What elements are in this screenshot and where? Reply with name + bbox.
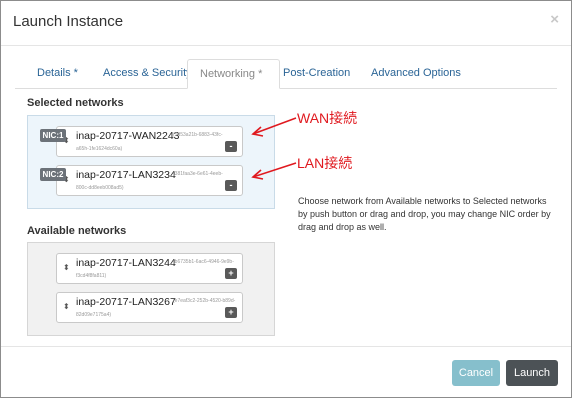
selected-networks-heading: Selected networks (27, 97, 124, 109)
cancel-button[interactable]: Cancel (452, 360, 500, 386)
nic-badge: NIC:1 (40, 129, 66, 142)
network-uuid-cont: 82d09e7175a4) (76, 312, 112, 318)
wan-arrow (252, 117, 297, 135)
tab-networking[interactable]: Networking * (187, 59, 280, 89)
network-name: inap-20717-LAN3244 (76, 257, 176, 269)
networking-help-text: Choose network from Available networks t… (298, 196, 551, 232)
network-uuid: (b6735b1-6ac6-4946-9e9b- (173, 259, 234, 265)
tab-advanced-options[interactable]: Advanced Options (361, 59, 471, 87)
tab-post-creation[interactable]: Post-Creation (273, 59, 360, 87)
remove-network-button[interactable]: - (225, 141, 237, 152)
dialog-footer: Cancel Launch (1, 346, 571, 398)
add-network-button[interactable]: + (225, 307, 237, 318)
available-networks-heading: Available networks (27, 225, 127, 237)
tab-bar: Details * Access & Security Networking *… (15, 59, 557, 89)
network-name: inap-20717-LAN3234 (76, 169, 176, 181)
wan-annotation: WAN接続 (297, 110, 358, 126)
annotation-arrows (251, 117, 297, 180)
network-uuid: (e7eaf3c2-252b-4520-b89d- (173, 298, 236, 304)
add-network-button[interactable]: + (225, 268, 237, 279)
dialog-title: Launch Instance (13, 13, 124, 30)
launch-instance-dialog: Launch Instance × Details * Access & Sec… (0, 0, 572, 398)
remove-network-button[interactable]: - (225, 180, 237, 191)
network-uuid-cont: a65h-1fe1624dc60a) (76, 146, 123, 152)
available-network-item[interactable]: ⬍ inap-20717-LAN3244 (b6735b1-6ac6-4946-… (56, 253, 243, 284)
available-networks-panel: ⬍ inap-20717-LAN3244 (b6735b1-6ac6-4946-… (27, 242, 275, 336)
selected-networks-panel: ⬍ inap-20717-WAN2243 (5d53a21b-6883-43fc… (27, 115, 275, 209)
available-network-item[interactable]: ⬍ inap-20717-LAN3267 (e7eaf3c2-252b-4520… (56, 292, 243, 323)
lan-arrow (252, 162, 297, 178)
selected-network-item[interactable]: ⬍ inap-20717-WAN2243 (5d53a21b-6883-43fc… (56, 126, 243, 157)
tab-details[interactable]: Details * (27, 59, 88, 87)
network-uuid: (5d53a21b-6883-43fc- (173, 132, 223, 138)
selected-network-item[interactable]: ⬍ inap-20717-LAN3234 (381faa3e-6e61-4eeb… (56, 165, 243, 196)
nic-badge: NIC:2 (40, 168, 66, 181)
lan-annotation: LAN接続 (297, 155, 353, 171)
network-name: inap-20717-WAN2243 (76, 130, 180, 142)
network-uuid: (381faa3e-6e61-4eeb- (173, 171, 223, 177)
network-uuid-cont: f3cd4f8fa811) (76, 273, 107, 279)
sort-arrows-icon[interactable]: ⬍ (63, 263, 70, 272)
dialog-header: Launch Instance × (1, 1, 571, 46)
sort-arrows-icon[interactable]: ⬍ (63, 302, 70, 311)
network-name: inap-20717-LAN3267 (76, 296, 176, 308)
launch-button[interactable]: Launch (506, 360, 558, 386)
network-uuid-cont: 800c-dd8eeb008ad5) (76, 185, 124, 191)
tab-access-security[interactable]: Access & Security (93, 59, 202, 87)
close-icon[interactable]: × (550, 11, 559, 28)
